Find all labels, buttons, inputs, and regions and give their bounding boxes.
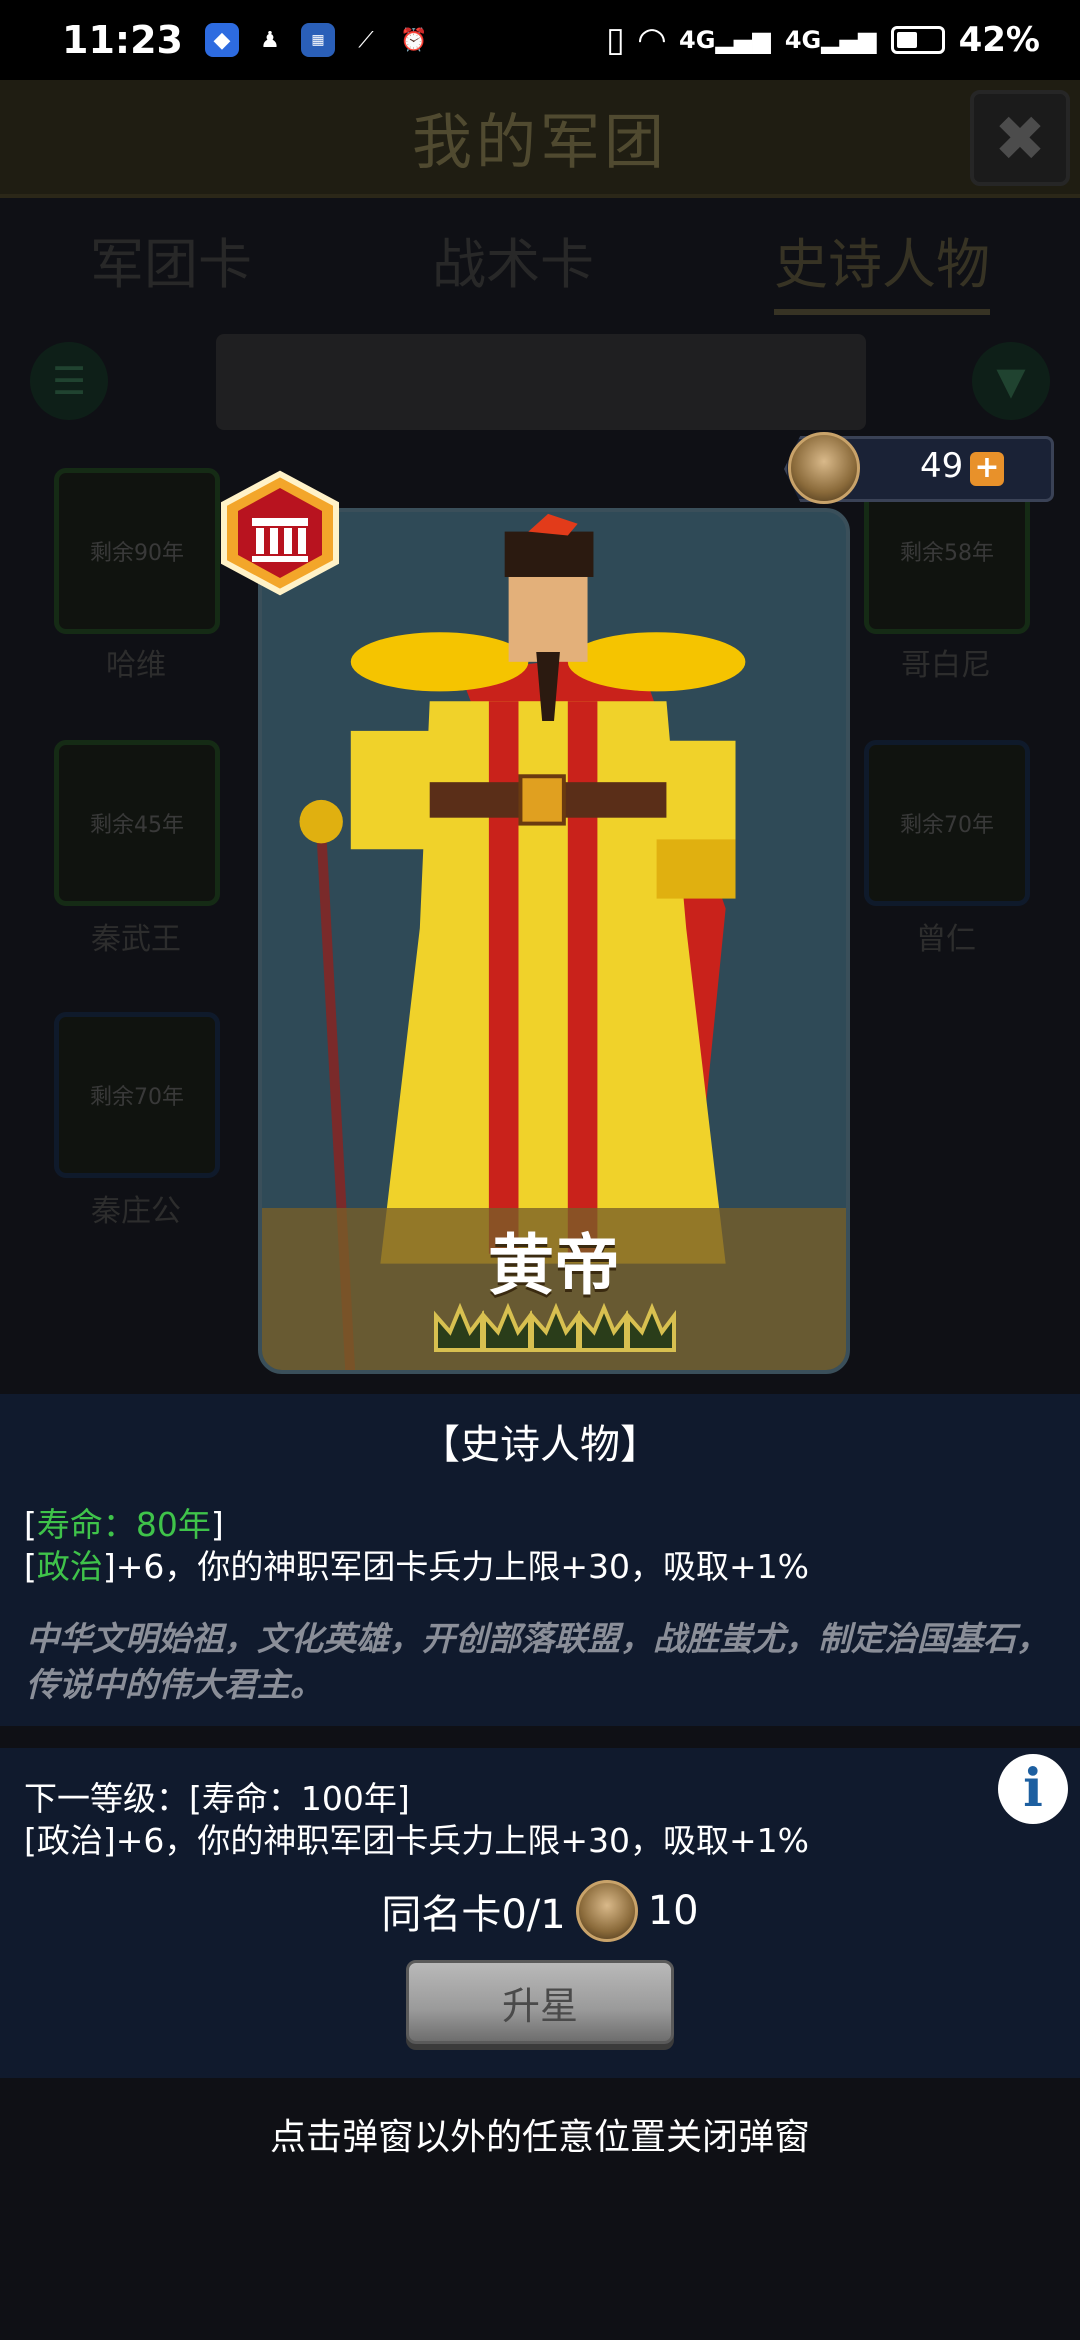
lifespan-value: 寿命：80年 <box>36 1505 211 1544</box>
wifi-icon: ◠ <box>638 20 666 60</box>
next-level-panel: 下一等级：[寿命：100年] [政治]+6，你的神职军团卡兵力上限+30，吸取+… <box>0 1748 1080 2078</box>
vibrate-icon: ▯ <box>606 20 625 60</box>
hero-info-panel: 【史诗人物】 [寿命：80年] [政治]+6，你的神职军团卡兵力上限+30，吸取… <box>0 1394 1080 1726</box>
app-icon: ▦ <box>300 23 335 57</box>
status-system-icons: ▯ ◠ 4G▂▄▆ 4G▂▄▆ 42% <box>606 20 1040 60</box>
link-icon: ⟋ <box>358 27 374 53</box>
signal-4g-icon: 4G▂▄▆ <box>679 26 771 54</box>
hero-card: 黄帝 <box>258 508 850 1374</box>
politics-label: 政治 <box>36 1547 103 1586</box>
battery-percent: 42% <box>958 20 1040 60</box>
info-icon[interactable]: i <box>998 1754 1068 1824</box>
battery-icon <box>890 26 945 54</box>
same-card-requirement: 同名卡0/1 10 <box>0 1880 1080 1942</box>
status-bar: 11:23 ◆ ♟ ▦ ⟋ ⏰ ▯ ◠ 4G▂▄▆ 4G▂▄▆ 42% <box>0 0 1080 80</box>
hero-name: 黄帝 <box>488 1227 620 1304</box>
status-time: 11:23 <box>62 18 183 62</box>
lifespan-line: [寿命：80年] <box>24 1505 224 1544</box>
hero-category: 【史诗人物】 <box>420 1422 660 1468</box>
upgrade-star-button[interactable]: 升星 <box>406 1960 674 2044</box>
next-level-effect: [政治]+6，你的神职军团卡兵力上限+30，吸取+1% <box>24 1821 810 1860</box>
emblem-coin-icon <box>788 432 860 504</box>
epic-rank-badge-icon <box>221 470 339 596</box>
shield-icon: ◆ <box>204 23 239 57</box>
next-level-lifespan: 下一等级：[寿命：100年] <box>24 1779 410 1818</box>
qq-icon: ♟ <box>260 27 280 53</box>
effect-line: [政治]+6，你的神职军团卡兵力上限+30，吸取+1% <box>24 1547 810 1586</box>
emblem-coin-icon <box>575 1880 638 1942</box>
alarm-icon: ⏰ <box>400 27 428 53</box>
hero-description: 中华文明始祖，文化英雄，开创部落联盟，战胜蚩尤，制定治国基石，传说中的伟大君主。 <box>26 1619 1049 1704</box>
currency-value: 49 <box>920 446 964 486</box>
star-crowns <box>434 1302 676 1352</box>
same-card-cost: 10 <box>647 1888 699 1934</box>
same-card-label: 同名卡0/1 <box>381 1892 566 1938</box>
add-currency-button[interactable]: + <box>970 452 1004 486</box>
status-notification-icons: ◆ ♟ ▦ ⟋ ⏰ <box>204 23 431 57</box>
signal-4g-icon-2: 4G▂▄▆ <box>784 26 877 54</box>
close-hint: 点击弹窗以外的任意位置关闭弹窗 <box>269 2117 810 2158</box>
